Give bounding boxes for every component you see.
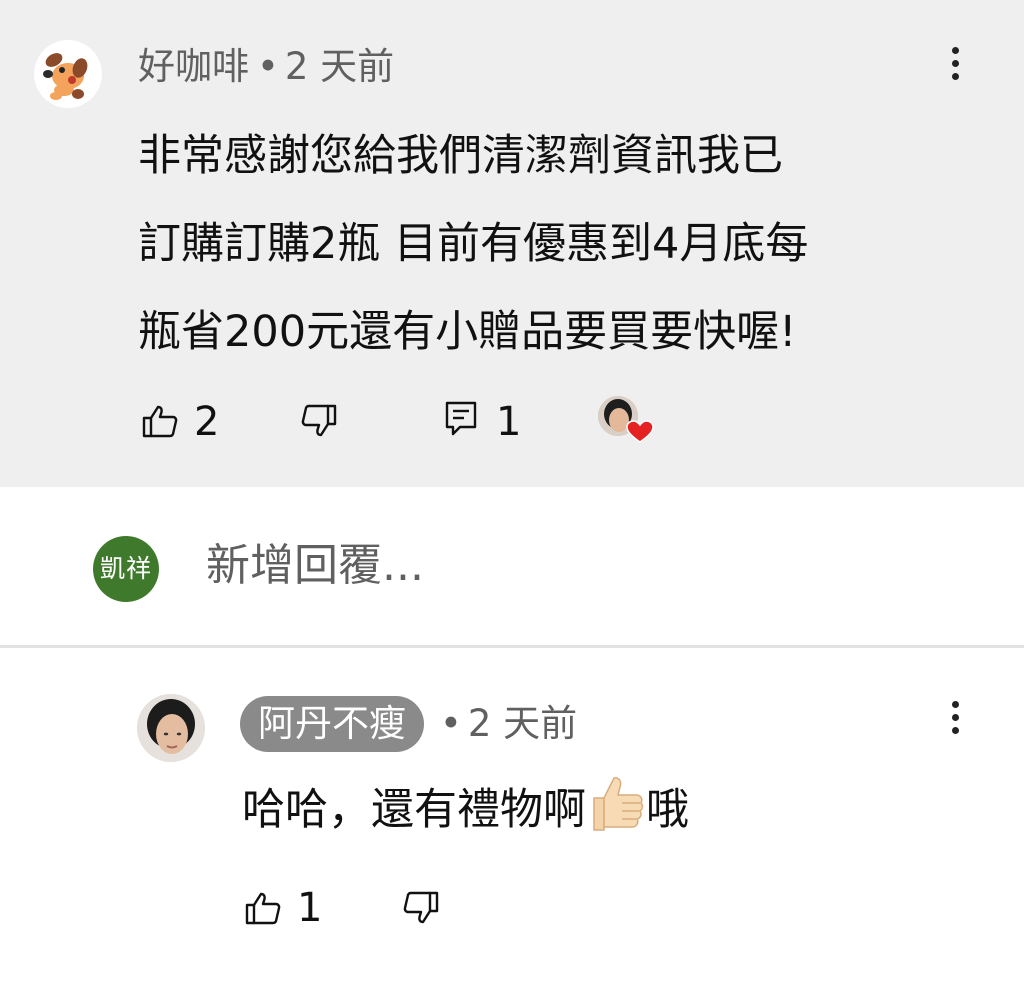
divider [0,645,1024,648]
heart-icon [626,420,654,443]
reply-count: 1 [496,399,522,445]
commenter-avatar[interactable] [34,40,102,108]
reply-meta: • 2 天前 [432,696,577,752]
comment-text-line: 瓶省200元還有小贈品要買要快喔! [138,307,797,357]
reply-author-avatar[interactable] [137,694,205,762]
reply-text-main: 哈哈，還有禮物啊 [242,785,586,835]
dislike-button[interactable] [301,404,337,442]
comment-time: 2 天前 [284,45,395,88]
dog-avatar-icon [43,53,88,100]
reply-like-button[interactable] [245,891,281,929]
separator-dot: • [257,45,279,88]
thumbs-up-emoji [586,772,646,834]
highlighted-comment: 好咖啡 • 2 天前 非常感謝您給我們清潔劑資訊我已 訂購訂購2瓶 目前有優惠到4月… [0,0,1024,487]
add-reply-row: 凱祥 新增回覆... [0,487,1024,645]
thumbs-down-icon [403,891,439,924]
more-vert-icon[interactable] [952,701,960,740]
thumbs-up-icon [142,405,178,438]
comments-page: 好咖啡 • 2 天前 非常感謝您給我們清潔劑資訊我已 訂購訂購2瓶 目前有優惠到4月… [0,0,1024,984]
reply-dislike-button[interactable] [403,891,439,929]
thumbs-up-icon [245,892,281,925]
current-user-avatar[interactable]: 凱祥 [93,536,159,602]
reply-like-count: 1 [297,885,323,931]
add-reply-input[interactable]: 新增回覆... [206,533,424,599]
like-button[interactable] [142,404,178,442]
comment-author[interactable]: 好咖啡 [138,45,249,88]
comment-icon [445,401,477,436]
reply-text-end: 哦 [646,785,689,835]
separator-dot: • [440,702,462,745]
comment-text-line: 非常感謝您給我們清潔劑資訊我已 [138,131,783,181]
creator-heart [598,396,654,443]
comment-text-line: 訂購訂購2瓶 目前有優惠到4月底每 [138,219,809,269]
reply-text: 哈哈，還有禮物啊 哦 [242,772,689,843]
comment-header: 好咖啡 • 2 天前 [138,42,394,92]
reply-button[interactable] [444,400,478,442]
reply-time: 2 天前 [467,702,578,745]
more-vert-icon[interactable] [952,47,960,86]
reply-author-chip[interactable]: 阿丹不瘦 [240,696,424,752]
like-count: 2 [194,399,220,445]
comment-text: 非常感謝您給我們清潔劑資訊我已 訂購訂購2瓶 目前有優惠到4月底每 瓶省200元… [138,112,998,376]
thumbs-down-icon [301,404,337,437]
woman-avatar-icon [137,694,205,762]
reply-header: 阿丹不瘦 • 2 天前 [240,696,577,752]
